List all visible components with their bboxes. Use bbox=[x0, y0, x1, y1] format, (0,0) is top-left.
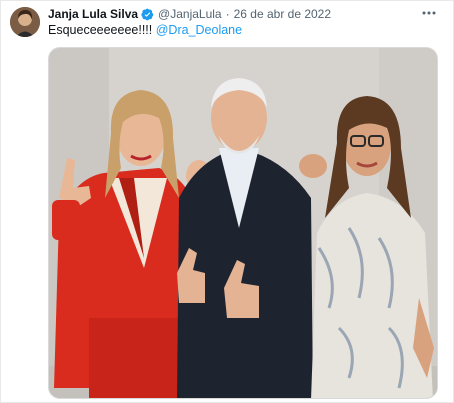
tweet-body: Esqueceeeeeee!!!! bbox=[48, 23, 156, 37]
tweet-card: Janja Lula Silva @JanjaLula · 26 de abr … bbox=[0, 0, 454, 403]
author-handle[interactable]: @JanjaLula bbox=[158, 7, 222, 21]
tweet-text: Esqueceeeeeee!!!! @Dra_Deolane bbox=[48, 23, 242, 37]
avatar-image bbox=[10, 7, 40, 37]
tweet-photo[interactable] bbox=[48, 47, 438, 399]
mention-link[interactable]: @Dra_Deolane bbox=[156, 23, 242, 37]
verified-badge-icon bbox=[141, 8, 154, 20]
photo-illustration bbox=[49, 48, 437, 398]
author-avatar[interactable] bbox=[10, 7, 40, 37]
tweet-header: Janja Lula Silva @JanjaLula · 26 de abr … bbox=[48, 6, 331, 22]
tweet-date[interactable]: 26 de abr de 2022 bbox=[234, 7, 331, 21]
more-options-icon[interactable] bbox=[419, 5, 439, 21]
separator-dot: · bbox=[225, 7, 230, 21]
more-options-dots bbox=[422, 11, 436, 15]
author-name[interactable]: Janja Lula Silva bbox=[48, 7, 138, 21]
